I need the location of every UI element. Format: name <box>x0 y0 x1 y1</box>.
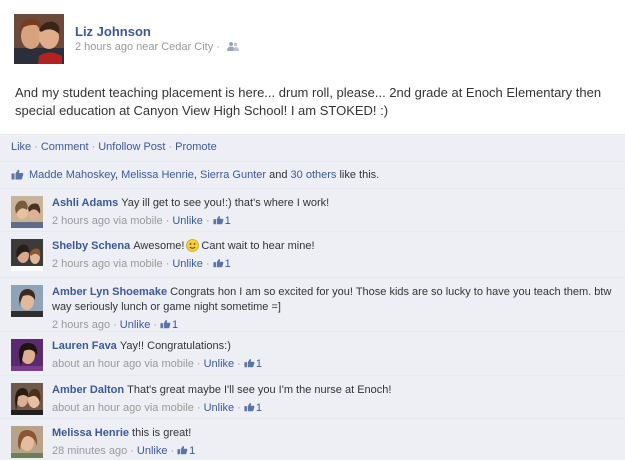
comment-link[interactable]: Comment <box>41 141 89 153</box>
unlike-link[interactable]: Unlike <box>204 358 235 370</box>
comment-time[interactable]: about an hour ago via mobile <box>52 358 194 370</box>
commenter-avatar[interactable] <box>11 339 43 371</box>
post-text: And my student teaching placement is her… <box>15 85 602 118</box>
commenter-name[interactable]: Ashli Adams <box>52 197 118 209</box>
comment: Amber Lyn Shoemake Congrats hon I am so e… <box>0 277 625 331</box>
comment-meta: 2 hours ago via mobile · Unlike · 1 <box>52 215 231 227</box>
comment-body: Melissa Henrie this is great! 28 minutes … <box>52 426 617 459</box>
comment-like-count[interactable]: 1 <box>213 258 231 270</box>
likes-summary: Madde Mahoskey, Melissa Henrie, Sierra G… <box>0 161 625 188</box>
unfollow-post-link[interactable]: Unfollow Post <box>98 141 165 153</box>
post-actions: Like · Comment · Unfollow Post · Promote <box>0 134 625 161</box>
thumbs-up-icon <box>244 403 255 412</box>
comment-time[interactable]: 2 hours ago via mobile <box>52 258 163 270</box>
comment-text: this is great! <box>132 427 192 439</box>
meta-separator: · <box>216 41 220 53</box>
post-time[interactable]: 2 hours ago near Cedar City <box>75 41 213 53</box>
likes-and: and <box>269 169 288 181</box>
smiley-emoticon-icon <box>186 238 200 252</box>
unlike-link[interactable]: Unlike <box>204 402 235 414</box>
thumbs-up-icon <box>160 320 171 329</box>
commenter-name[interactable]: Amber Dalton <box>52 384 124 396</box>
author-avatar[interactable] <box>14 14 64 64</box>
comment: Ashli Adams Yay ill get to see you!:) tha… <box>0 188 625 231</box>
commenter-avatar[interactable] <box>11 285 43 317</box>
comment-meta: about an hour ago via mobile · Unlike · 1 <box>52 358 262 370</box>
comment-meta: about an hour ago via mobile · Unlike · 1 <box>52 402 262 414</box>
unlike-link[interactable]: Unlike <box>172 215 203 227</box>
thumbs-up-icon <box>11 169 24 180</box>
comment-text: That's great maybe I'll see you I'm the … <box>127 384 392 396</box>
promote-link[interactable]: Promote <box>175 141 217 153</box>
commenter-name[interactable]: Shelby Schena <box>52 240 130 252</box>
unlike-link[interactable]: Unlike <box>172 258 203 270</box>
comment-body: Amber Lyn Shoemake Congrats hon I am so e… <box>52 285 617 333</box>
liker-name[interactable]: Melissa Henrie <box>121 169 194 181</box>
liker-name[interactable]: Sierra Gunter <box>200 169 266 181</box>
post-header: Liz Johnson 2 hours ago near Cedar City · <box>14 14 614 66</box>
comment: Shelby Schena Awesome! Cant wait to hear m… <box>0 231 625 277</box>
commenter-name[interactable]: Lauren Fava <box>52 340 117 352</box>
unlike-link[interactable]: Unlike <box>137 445 168 457</box>
thumbs-up-icon <box>213 216 224 225</box>
comment-text: Yay!! Congratulations:) <box>119 340 231 352</box>
comment: Lauren Fava Yay!! Congratulations:) about… <box>0 331 625 375</box>
comment-text: Cant wait to hear mine! <box>201 240 315 252</box>
comment-text: Yay ill get to see you!:) that's where I… <box>121 197 330 209</box>
commenter-avatar[interactable] <box>11 383 43 415</box>
comment-time[interactable]: 2 hours ago <box>52 319 110 331</box>
comment-like-count[interactable]: 1 <box>177 445 195 457</box>
comments-section: Madde Mahoskey, Melissa Henrie, Sierra G… <box>0 161 625 460</box>
likes-suffix: like this. <box>339 169 380 181</box>
comment-like-count[interactable]: 1 <box>160 319 178 331</box>
commenter-avatar[interactable] <box>11 426 43 458</box>
commenter-avatar[interactable] <box>11 196 43 228</box>
comment: Amber Dalton That's great maybe I'll see … <box>0 375 625 418</box>
comment-meta: 28 minutes ago · Unlike · 1 <box>52 445 196 457</box>
comment-like-count[interactable]: 1 <box>213 215 231 227</box>
comment-body: Ashli Adams Yay ill get to see you!:) tha… <box>52 196 617 229</box>
comment-meta: 2 hours ago via mobile · Unlike · 1 <box>52 258 231 270</box>
comment-time[interactable]: 28 minutes ago <box>52 445 127 457</box>
like-link[interactable]: Like <box>11 141 31 153</box>
friends-icon[interactable] <box>226 41 239 52</box>
comment-like-count[interactable]: 1 <box>244 402 262 414</box>
commenter-name[interactable]: Amber Lyn Shoemake <box>52 286 167 298</box>
thumbs-up-icon <box>177 446 188 455</box>
liker-name[interactable]: Madde Mahoskey <box>29 169 115 181</box>
commenter-avatar[interactable] <box>11 239 43 271</box>
thumbs-up-icon <box>213 259 224 268</box>
comment-body: Amber Dalton That's great maybe I'll see … <box>52 383 617 416</box>
comment-time[interactable]: about an hour ago via mobile <box>52 402 194 414</box>
comment-time[interactable]: 2 hours ago via mobile <box>52 215 163 227</box>
comment-text: Awesome! <box>133 240 185 252</box>
post-meta: 2 hours ago near Cedar City · <box>75 41 239 53</box>
comment-body: Shelby Schena Awesome! Cant wait to hear m… <box>52 238 617 272</box>
commenter-name[interactable]: Melissa Henrie <box>52 427 129 439</box>
comment: Melissa Henrie this is great! 28 minutes … <box>0 418 625 460</box>
likes-others-link[interactable]: 30 others <box>291 169 337 181</box>
author-name[interactable]: Liz Johnson <box>75 24 151 39</box>
unlike-link[interactable]: Unlike <box>120 319 151 331</box>
comment-body: Lauren Fava Yay!! Congratulations:) about… <box>52 339 617 372</box>
comment-like-count[interactable]: 1 <box>244 358 262 370</box>
thumbs-up-icon <box>244 359 255 368</box>
